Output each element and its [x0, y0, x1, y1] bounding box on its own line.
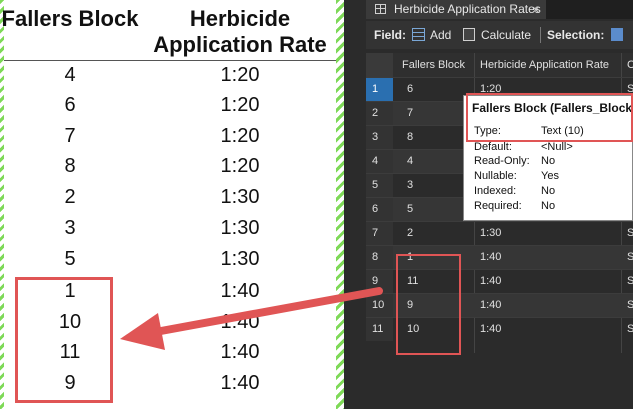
cell-fallers-block[interactable]: 3	[407, 174, 467, 197]
row-number[interactable]: 5	[366, 174, 393, 197]
left-cell-block: 5	[64, 248, 76, 270]
left-cell-rate: 1:20	[220, 64, 260, 86]
add-field-icon[interactable]	[412, 28, 425, 41]
grid-header: Fallers Block Herbicide Application Rate…	[366, 53, 633, 77]
column-header-fallers-block[interactable]: Fallers Block	[402, 53, 472, 77]
left-cell-rate: 1:20	[220, 155, 260, 177]
row-number[interactable]: 1	[366, 78, 393, 101]
select-by-attributes-icon[interactable]	[611, 28, 623, 41]
row-number[interactable]: 10	[366, 294, 393, 317]
tooltip-value: Yes	[541, 170, 559, 182]
left-cell-block: 8	[64, 155, 76, 177]
tooltip-label: Read-Only:	[474, 155, 530, 167]
left-cell-rate: 1:30	[220, 217, 260, 239]
calculate-field-button[interactable]: Calculate	[481, 21, 531, 49]
tab-bar: Herbicide Application Rates ×	[366, 0, 633, 19]
left-row: 7 1:20	[0, 121, 336, 151]
tooltip-value: No	[541, 155, 556, 167]
cell-third[interactable]: S	[627, 246, 633, 269]
row-number[interactable]: 8	[366, 246, 393, 269]
row-number[interactable]: 11	[366, 318, 393, 341]
cell-fallers-block[interactable]: 8	[407, 126, 467, 149]
column-header-third[interactable]: C	[627, 53, 633, 77]
cell-fallers-block[interactable]: 6	[407, 78, 467, 101]
field-label: Field:	[374, 28, 406, 42]
left-row: 8 1:20	[0, 151, 336, 181]
add-field-button[interactable]: Add	[430, 21, 451, 49]
left-cell-rate: 1:30	[220, 248, 260, 270]
tooltip-value: No	[541, 185, 556, 197]
left-row: 4 1:20	[0, 60, 336, 90]
left-header-application-rate: Herbicide Application Rate	[150, 6, 330, 58]
left-cell-block: 2	[64, 186, 76, 208]
calculator-icon[interactable]	[463, 28, 475, 41]
tooltip-label: Default:	[474, 141, 512, 153]
row-number[interactable]: 9	[366, 270, 393, 293]
left-highlight-box	[15, 277, 113, 403]
left-row: 3 1:30	[0, 213, 336, 243]
right-highlight-box	[396, 254, 461, 355]
left-cell-rate: 1:30	[220, 186, 260, 208]
left-cell-rate: 1:20	[220, 94, 260, 116]
tooltip-label: Required:	[474, 200, 522, 212]
cell-third[interactable]: S	[627, 294, 633, 317]
tab-title: Herbicide Application Rates	[394, 2, 541, 16]
left-table-panel: Fallers Block Herbicide Application Rate…	[0, 0, 344, 409]
column-header-application-rate[interactable]: Herbicide Application Rate	[480, 53, 618, 77]
cell-third[interactable]: S	[627, 318, 633, 341]
left-cell-rate: 1:20	[220, 125, 260, 147]
row-number[interactable]: 7	[366, 222, 393, 245]
left-cell-block: 7	[64, 125, 76, 147]
left-header-fallers-block: Fallers Block	[1, 6, 139, 31]
tooltip-highlight-box	[466, 93, 633, 142]
left-header-rate-line2: Application Rate	[153, 32, 327, 57]
table-toolbar: Field: Add Calculate Selection:	[366, 21, 633, 49]
grid-corner[interactable]	[366, 53, 393, 77]
cell-fallers-block[interactable]: 2	[407, 222, 467, 245]
tab-herbicide-application-rates[interactable]: Herbicide Application Rates ×	[366, 0, 546, 19]
cell-fallers-block[interactable]: 5	[407, 198, 467, 221]
cell-application-rate[interactable]: 1:40	[480, 294, 610, 317]
row-number[interactable]: 3	[366, 126, 393, 149]
toolbar-separator	[540, 27, 541, 43]
close-icon[interactable]: ×	[532, 0, 540, 19]
left-cell-block: 6	[64, 94, 76, 116]
left-cell-block: 3	[64, 217, 76, 239]
hatch-border-right	[336, 0, 344, 409]
left-row: 2 1:30	[0, 182, 336, 212]
cell-application-rate[interactable]: 1:30	[480, 222, 610, 245]
tooltip-label: Nullable:	[474, 170, 517, 182]
cell-fallers-block[interactable]: 4	[407, 150, 467, 173]
row-number[interactable]: 2	[366, 102, 393, 125]
left-cell-rate: 1:40	[220, 311, 260, 333]
left-cell-rate: 1:40	[220, 341, 260, 363]
cell-application-rate[interactable]: 1:40	[480, 318, 610, 341]
left-row: 6 1:20	[0, 90, 336, 120]
row-number[interactable]: 4	[366, 150, 393, 173]
table-icon	[375, 4, 386, 14]
left-header-rate-line1: Herbicide	[189, 6, 291, 31]
table-row[interactable]: 7 2 1:30 S	[366, 221, 633, 245]
cell-fallers-block[interactable]: 7	[407, 102, 467, 125]
left-row: 5 1:30	[0, 244, 336, 274]
cell-application-rate[interactable]: 1:40	[480, 270, 610, 293]
tooltip-label: Indexed:	[474, 185, 517, 197]
selection-label: Selection:	[547, 28, 605, 42]
tooltip-value: <Null>	[541, 141, 573, 153]
tooltip-value: No	[541, 200, 556, 212]
left-cell-rate: 1:40	[220, 372, 260, 394]
cell-third[interactable]: S	[627, 270, 633, 293]
cell-application-rate[interactable]: 1:40	[480, 246, 610, 269]
left-cell-block: 4	[64, 64, 76, 86]
cell-third[interactable]: S	[627, 222, 633, 245]
left-cell-rate: 1:40	[220, 280, 260, 302]
row-number[interactable]: 6	[366, 198, 393, 221]
